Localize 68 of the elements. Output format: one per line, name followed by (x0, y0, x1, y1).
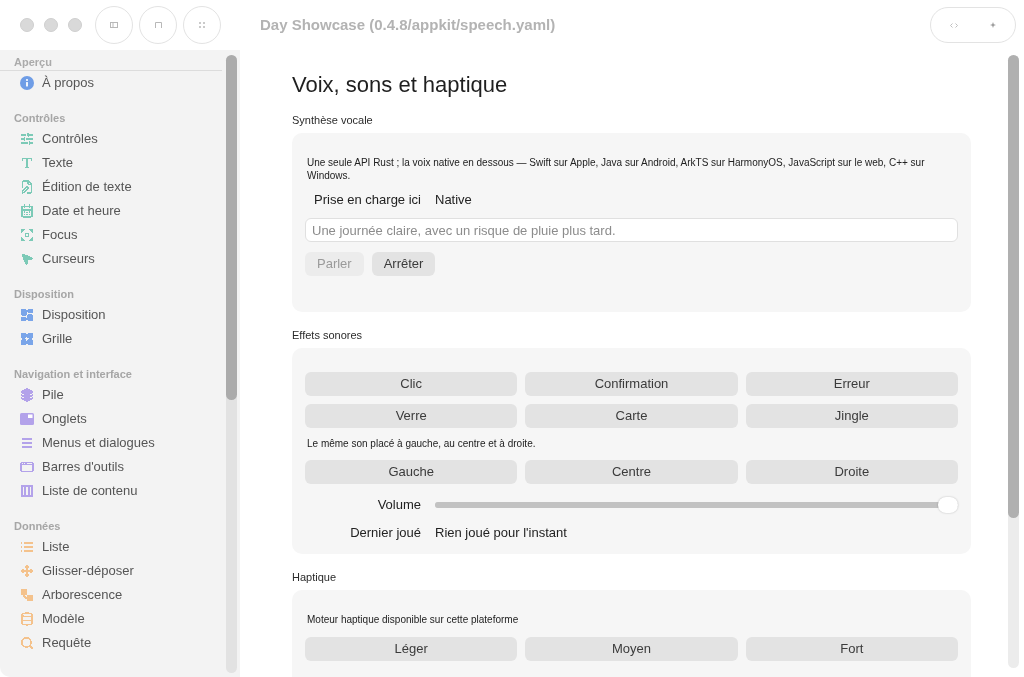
scrollbar-track[interactable] (226, 55, 237, 673)
sidebar-item[interactable]: Liste (8, 535, 214, 559)
sidebar-item[interactable]: À propos (8, 71, 214, 95)
section-header: Aperçu (0, 55, 222, 71)
sidebar-icon (110, 22, 118, 28)
section-header: Contrôles (13, 111, 67, 125)
volume-slider[interactable] (435, 497, 958, 513)
caption-text: Le même son placé à gauche, au centre et à droite. (306, 437, 537, 450)
sidebar-item[interactable]: Disposition (8, 303, 214, 327)
bracket-icon (154, 22, 162, 28)
sound-button[interactable]: Verre (305, 404, 518, 428)
star-icon[interactable] (990, 22, 996, 28)
speech-button[interactable]: Arrêter (371, 252, 436, 276)
sidebar-item[interactable]: Grille (8, 327, 214, 351)
sidebar-item[interactable]: Barres d'outils (8, 455, 214, 479)
scrollbar-track[interactable] (1008, 55, 1019, 668)
field-value: Native (435, 191, 473, 209)
sidebar-item[interactable]: Glisser-déposer (8, 559, 214, 583)
page-title: Voix, sons et haptique (292, 71, 509, 99)
zoom-button[interactable] (68, 18, 82, 32)
section-title: Synthèse vocale (292, 113, 374, 127)
sidebar-item[interactable]: Édition de texte (8, 175, 214, 199)
toolbar-button[interactable] (139, 6, 177, 44)
sidebar-item[interactable]: Requête (8, 631, 214, 655)
sidebar-item[interactable]: Modèle (8, 607, 214, 631)
dots-icon (199, 22, 205, 28)
slider-thumb[interactable] (938, 497, 958, 513)
toolbar-button[interactable] (183, 6, 221, 44)
caption-text: Moteur haptique disponible sur cette plateforme (306, 613, 520, 626)
field-label: Volume (376, 496, 421, 514)
toolbar-button[interactable] (95, 6, 133, 44)
section-header: Données (13, 519, 62, 533)
section-title: Effets sonores (292, 328, 364, 342)
section-header: Navigation et interface (13, 367, 133, 381)
sound-button[interactable]: Erreur (745, 372, 958, 396)
sidebar-item[interactable]: Liste de contenu (8, 479, 214, 503)
sidebar-item[interactable]: Texte (8, 151, 214, 175)
scrollbar-thumb[interactable] (226, 55, 237, 400)
field-label: Dernier joué (349, 524, 421, 542)
field-value: Rien joué pour l'instant (435, 524, 568, 542)
haptic-button[interactable]: Léger (305, 637, 518, 661)
text-input[interactable]: Une journée claire, avec un risque de pluie plus tard. (305, 218, 958, 242)
field-label: Prise en charge ici (313, 191, 421, 209)
haptic-button[interactable]: Fort (745, 637, 958, 661)
caption-text: Une seule API Rust ; la voix native en dessous — Swift sur Apple, Java sur Android, ArkTS sur HarmonyOS, JavaScript sur le web, C++ sur Windows. (306, 156, 926, 182)
window-title: Day Showcase (0.4.8/appkit/speech.yaml) (260, 14, 556, 35)
code-icon[interactable] (950, 22, 958, 28)
sidebar-item[interactable]: Date et heure (8, 199, 214, 223)
sidebar-item[interactable]: Menus et dialogues (8, 431, 214, 455)
sidebar-item[interactable]: Onglets (8, 407, 214, 431)
section-title: Haptique (292, 570, 338, 584)
pan-button[interactable]: Droite (745, 460, 958, 484)
pan-button[interactable]: Centre (525, 460, 738, 484)
sidebar-item[interactable]: Pile (8, 383, 214, 407)
sound-button[interactable]: Clic (305, 372, 518, 396)
minimize-button[interactable] (44, 18, 58, 32)
sidebar-item[interactable]: Contrôles (8, 127, 214, 151)
sound-button[interactable]: Jingle (745, 404, 958, 428)
scrollbar-thumb[interactable] (1008, 55, 1019, 518)
sound-button[interactable]: Carte (525, 404, 738, 428)
close-button[interactable] (20, 18, 34, 32)
sound-button[interactable]: Confirmation (525, 372, 738, 396)
pan-button[interactable]: Gauche (305, 460, 518, 484)
haptic-button[interactable]: Moyen (525, 637, 738, 661)
section-header: Disposition (13, 287, 75, 301)
sidebar-item[interactable]: Arborescence (8, 583, 214, 607)
sidebar-item[interactable]: Curseurs (8, 247, 214, 271)
sidebar-item[interactable]: Focus (8, 223, 214, 247)
